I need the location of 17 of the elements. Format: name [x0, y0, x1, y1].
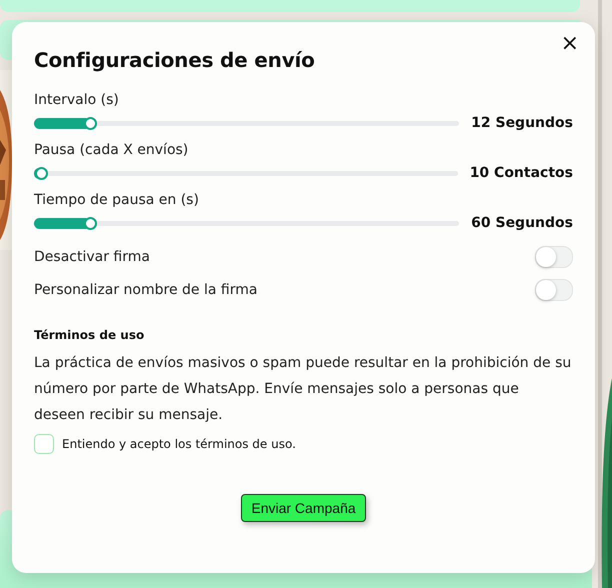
toggle-switch[interactable] — [535, 278, 573, 300]
slider-value: 60 Segundos — [471, 215, 573, 231]
dialog-title: Configuraciones de envío — [34, 48, 316, 72]
slider-value: 12 Segundos — [471, 115, 573, 131]
slider-label: Pausa (cada X envíos) — [34, 141, 190, 160]
toggle-switch[interactable] — [535, 246, 573, 268]
toggle-label: Desactivar firma — [34, 248, 150, 264]
terms-text: La práctica de envíos masivos o spam puede resultar en la prohibición de su número por parte de WhatsApp. Envíe mensajes solo a personas que deseen recibir su mensaje. — [34, 354, 572, 425]
section-heading: Términos de uso — [34, 328, 146, 342]
slider-label: Tiempo de pausa en (s) — [34, 191, 200, 210]
send-button[interactable]: Enviar Campaña — [241, 494, 366, 522]
slider-label: Intervalo (s) — [34, 91, 120, 110]
toggle-label: Personalizar nombre de la firma — [34, 282, 258, 298]
checkbox[interactable] — [34, 434, 54, 454]
checkbox-label: Entiendo y acepto los términos de uso. — [62, 437, 296, 451]
slider-value: 10 Contactos — [470, 165, 573, 181]
close-button[interactable]: × — [558, 32, 581, 56]
